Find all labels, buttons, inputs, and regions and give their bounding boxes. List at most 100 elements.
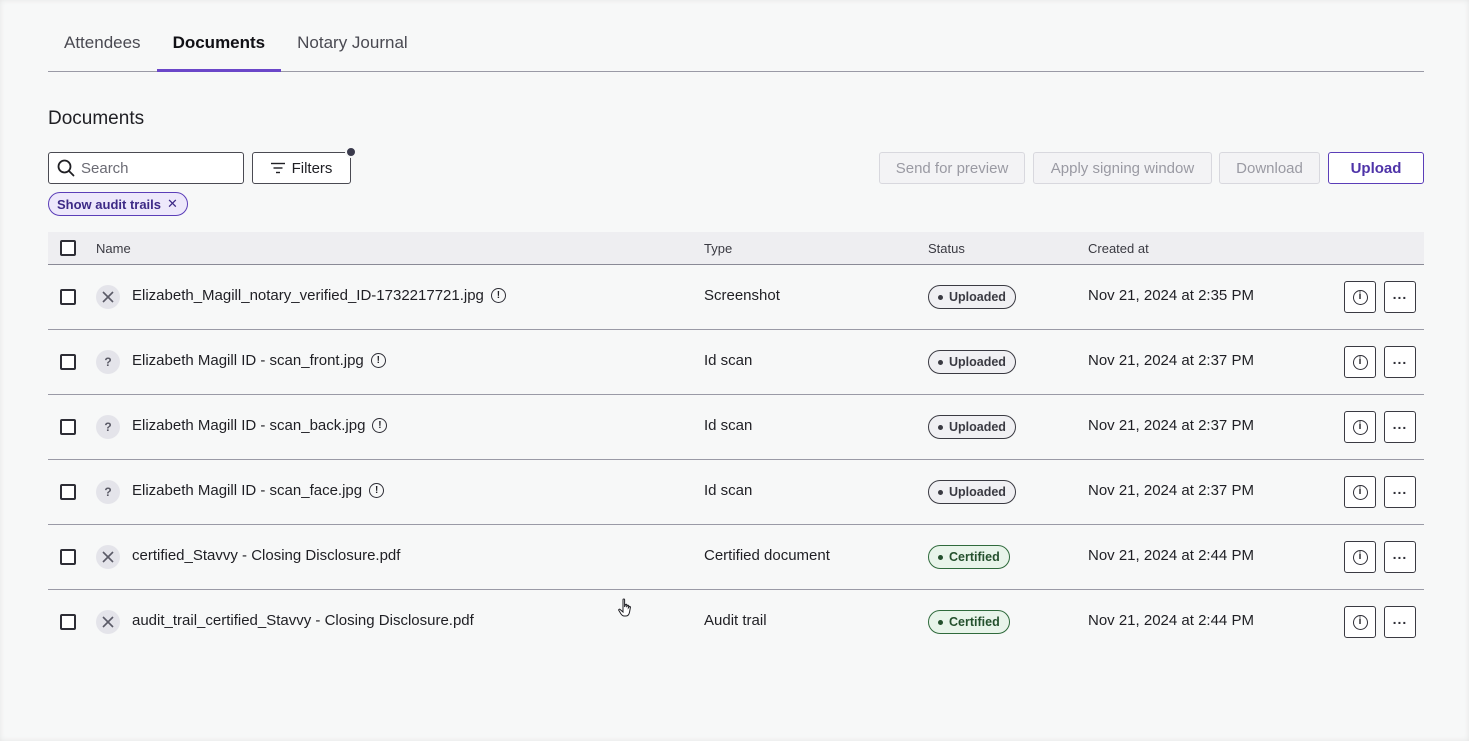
created-at: Nov 21, 2024 at 2:37 PM [1088,482,1254,499]
created-at: Nov 21, 2024 at 2:44 PM [1088,547,1254,564]
info-icon[interactable]: ! [372,418,388,433]
document-type: Id scan [704,352,753,369]
status-dot [938,294,943,300]
filter-active-indicator [345,146,357,158]
more-icon: ... [1392,351,1408,367]
details-button[interactable]: i [1344,346,1376,378]
select-all-checkbox[interactable] [60,240,76,256]
status-dot [938,424,943,430]
more-actions-button[interactable]: ... [1384,606,1416,638]
document-type: Certified document [704,547,830,564]
info-icon: i [1352,614,1368,630]
tab-notary-journal[interactable]: Notary Journal [281,14,424,71]
download-button[interactable]: Download [1219,152,1320,184]
created-at: Nov 21, 2024 at 2:35 PM [1088,287,1254,304]
info-icon: i [1352,354,1368,370]
details-button[interactable]: i [1344,606,1376,638]
created-at: Nov 21, 2024 at 2:37 PM [1088,417,1254,434]
status-dot [938,489,943,495]
info-icon: i [1352,289,1368,305]
document-name-text: Elizabeth Magill ID - scan_back.jpg [132,417,366,434]
document-name-text: audit_trail_certified_Stavvy - Closing D… [132,612,474,629]
row-checkbox[interactable] [60,549,76,565]
search-input[interactable] [81,159,231,177]
tab-bar: Attendees Documents Notary Journal [48,14,1424,72]
more-icon: ... [1392,416,1408,432]
more-actions-button[interactable]: ... [1384,411,1416,443]
document-name[interactable]: Elizabeth Magill ID - scan_back.jpg! [132,417,388,434]
status-dot [938,359,943,365]
table-row[interactable]: ? Elizabeth Magill ID - scan_face.jpg! I… [48,460,1424,525]
row-checkbox[interactable] [60,484,76,500]
table-row[interactable]: ? Elizabeth Magill ID - scan_back.jpg! I… [48,395,1424,460]
crossed-icon [96,285,120,309]
more-actions-button[interactable]: ... [1384,541,1416,573]
info-icon: i [1352,484,1368,500]
document-name[interactable]: Elizabeth_Magill_notary_verified_ID-1732… [132,287,506,304]
close-icon[interactable]: ✕ [167,196,178,212]
upload-button[interactable]: Upload [1328,152,1424,184]
document-type: Id scan [704,417,753,434]
table-row[interactable]: Elizabeth_Magill_notary_verified_ID-1732… [48,265,1424,330]
document-name-text: Elizabeth Magill ID - scan_front.jpg [132,352,364,369]
search-icon [57,159,75,177]
more-icon: ... [1392,286,1408,302]
info-icon[interactable]: ! [490,288,506,303]
status-label: Uploaded [949,485,1006,499]
column-header-name[interactable]: Name [96,241,131,256]
row-checkbox[interactable] [60,614,76,630]
column-header-status[interactable]: Status [928,241,965,256]
crossed-icon [96,610,120,634]
search-box[interactable] [48,152,244,184]
row-checkbox[interactable] [60,289,76,305]
document-type: Screenshot [704,287,780,304]
status-badge: Uploaded [928,285,1016,309]
document-type: Audit trail [704,612,767,629]
created-at: Nov 21, 2024 at 2:37 PM [1088,352,1254,369]
table-row[interactable]: certified_Stavvy - Closing Disclosure.pd… [48,525,1424,590]
document-name-text: certified_Stavvy - Closing Disclosure.pd… [132,547,401,564]
document-name[interactable]: Elizabeth Magill ID - scan_front.jpg! [132,352,386,369]
details-button[interactable]: i [1344,476,1376,508]
info-icon[interactable]: ! [370,353,386,368]
row-checkbox[interactable] [60,354,76,370]
status-badge: Uploaded [928,480,1016,504]
document-name[interactable]: certified_Stavvy - Closing Disclosure.pd… [132,547,400,564]
more-actions-button[interactable]: ... [1384,281,1416,313]
filter-icon [270,162,285,174]
details-button[interactable]: i [1344,411,1376,443]
document-type: Id scan [704,482,753,499]
filter-chip-audit-trails[interactable]: Show audit trails ✕ [48,192,188,216]
status-label: Uploaded [949,290,1006,304]
document-name[interactable]: Elizabeth Magill ID - scan_face.jpg! [132,482,385,499]
document-name[interactable]: audit_trail_certified_Stavvy - Closing D… [132,612,474,629]
status-dot [938,554,943,560]
table-header: Name Type Status Created at [48,232,1424,265]
more-actions-button[interactable]: ... [1384,346,1416,378]
info-icon[interactable]: ! [369,483,385,498]
send-for-preview-button[interactable]: Send for preview [879,152,1025,184]
filters-label: Filters [291,159,333,177]
tab-attendees[interactable]: Attendees [48,14,157,71]
status-label: Certified [949,550,1000,564]
row-checkbox[interactable] [60,419,76,435]
details-button[interactable]: i [1344,281,1376,313]
question-icon: ? [96,480,120,504]
column-header-created-at[interactable]: Created at [1088,241,1149,256]
document-name-text: Elizabeth_Magill_notary_verified_ID-1732… [132,287,484,304]
tab-documents[interactable]: Documents [156,14,282,72]
details-button[interactable]: i [1344,541,1376,573]
column-header-type[interactable]: Type [704,241,732,256]
created-at: Nov 21, 2024 at 2:44 PM [1088,612,1254,629]
filters-button[interactable]: Filters [252,146,357,184]
filter-chip-label: Show audit trails [57,196,162,212]
status-dot [938,619,943,625]
more-icon: ... [1392,481,1408,497]
more-actions-button[interactable]: ... [1384,476,1416,508]
apply-signing-window-button[interactable]: Apply signing window [1033,152,1212,184]
question-icon: ? [96,350,120,374]
table-row[interactable]: ? Elizabeth Magill ID - scan_front.jpg! … [48,330,1424,395]
status-badge: Certified [928,545,1010,569]
table-row[interactable]: audit_trail_certified_Stavvy - Closing D… [48,590,1424,655]
status-badge: Uploaded [928,415,1016,439]
